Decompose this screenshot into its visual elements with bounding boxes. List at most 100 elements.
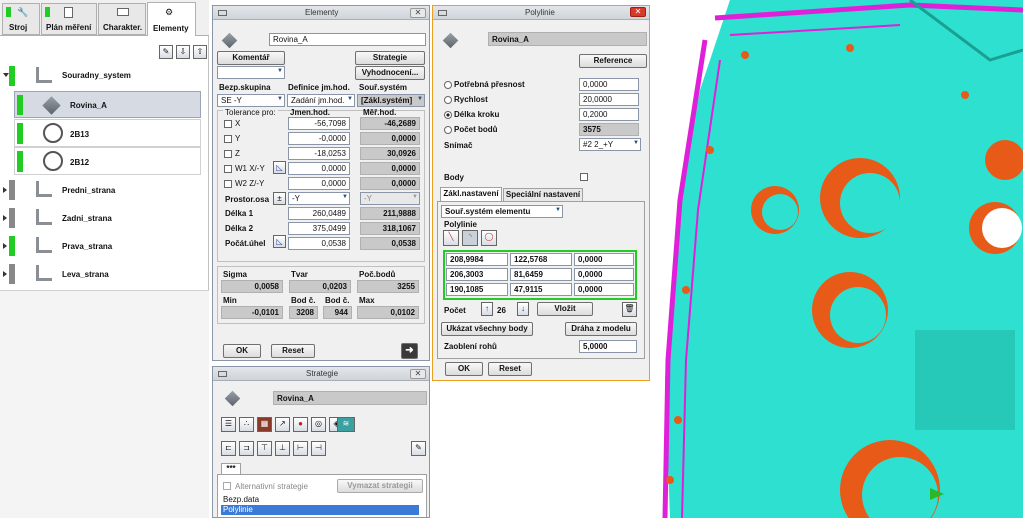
arrow-down-icon[interactable]: ↓ bbox=[517, 302, 529, 316]
grid-icon[interactable]: ▦ bbox=[257, 417, 272, 432]
tab-charakter[interactable]: Charakter. bbox=[98, 3, 146, 35]
vymazat-strategii-button[interactable]: Vymazat strategii bbox=[337, 479, 423, 493]
vyhodnoceni-button[interactable]: Vyhodnocení... bbox=[355, 66, 425, 80]
line-mode-icon[interactable]: ╲ bbox=[443, 230, 459, 246]
jmen-value-field[interactable]: 0,0000 bbox=[288, 177, 350, 190]
list-icon[interactable]: ☰ bbox=[221, 417, 236, 432]
expand-icon[interactable] bbox=[3, 271, 7, 277]
point-y[interactable]: 81,6459 bbox=[510, 268, 572, 281]
tolerance-checkbox-y[interactable] bbox=[224, 135, 232, 143]
prostor-osa-select[interactable]: -Y ▼ bbox=[288, 192, 350, 205]
axis-toggle-icon[interactable]: ± bbox=[273, 192, 286, 205]
tab-specialni-nastaveni[interactable]: Speciální nastavení bbox=[503, 188, 583, 201]
probe-icon[interactable]: ● bbox=[293, 417, 308, 432]
angle-icon[interactable]: ◺ bbox=[273, 235, 286, 248]
align-icon[interactable]: ⊢ bbox=[293, 441, 308, 456]
edit-icon[interactable]: ✎ bbox=[411, 441, 426, 456]
point-x[interactable]: 190,1085 bbox=[446, 283, 508, 296]
point-y[interactable]: 47,9115 bbox=[510, 283, 572, 296]
alternative-strategy-checkbox[interactable] bbox=[223, 482, 231, 490]
point-y[interactable]: 122,5768 bbox=[510, 253, 572, 266]
vlozit-button[interactable]: Vložit bbox=[537, 302, 593, 316]
angle-icon[interactable]: ◺ bbox=[273, 161, 286, 174]
jmen-value-field[interactable]: -0,0000 bbox=[288, 132, 350, 145]
expand-icon[interactable] bbox=[3, 243, 7, 249]
point-z[interactable]: 0,0000 bbox=[574, 268, 634, 281]
delka1-field[interactable]: 260,0489 bbox=[288, 207, 350, 220]
comment-select[interactable]: ▼ bbox=[217, 66, 285, 79]
move-down-icon[interactable]: ⇩ bbox=[176, 45, 190, 59]
body-checkbox[interactable] bbox=[580, 173, 588, 181]
jmen-value-field[interactable]: -56,7098 bbox=[288, 117, 350, 130]
coordinate-system-select[interactable]: Souř.systém elementu ▼ bbox=[441, 205, 563, 218]
strategie-button[interactable]: Strategie bbox=[355, 51, 425, 65]
reset-button[interactable]: Reset bbox=[271, 344, 315, 358]
arrow-up-icon[interactable]: ↑ bbox=[481, 302, 493, 316]
tree-item-zadni-strana[interactable]: Zadni_strana bbox=[0, 206, 200, 230]
definice-select[interactable]: Zadání jm.hod. ▼ bbox=[287, 94, 355, 107]
tolerance-checkbox-x[interactable] bbox=[224, 120, 232, 128]
window-menu-icon[interactable] bbox=[218, 10, 227, 16]
align-icon[interactable]: ⊐ bbox=[239, 441, 254, 456]
ok-button[interactable]: OK bbox=[223, 344, 261, 358]
rychlost-radio[interactable] bbox=[444, 96, 452, 104]
point-z[interactable]: 0,0000 bbox=[574, 283, 634, 296]
path-icon[interactable]: ↗ bbox=[275, 417, 290, 432]
expand-icon[interactable] bbox=[3, 187, 7, 193]
tree-item-leva-strana[interactable]: Leva_strana bbox=[0, 262, 200, 286]
expand-icon[interactable] bbox=[3, 215, 7, 221]
close-icon[interactable]: ✕ bbox=[410, 8, 426, 18]
circle-mode-icon[interactable]: ◯ bbox=[481, 230, 497, 246]
tab-zakl-nastaveni[interactable]: Zákl.nastavení bbox=[440, 187, 502, 201]
align-icon[interactable]: ⊏ bbox=[221, 441, 236, 456]
element-name-field[interactable]: Rovina_A bbox=[269, 33, 426, 46]
point-x[interactable]: 206,3003 bbox=[446, 268, 508, 281]
trash-icon[interactable]: 🗑 bbox=[622, 302, 637, 317]
close-icon[interactable]: ✕ bbox=[410, 369, 426, 379]
align-icon[interactable]: ⊤ bbox=[257, 441, 272, 456]
draha-z-modelu-button[interactable]: Dráha z modelu bbox=[565, 322, 637, 336]
delka-kroku-radio[interactable] bbox=[444, 111, 452, 119]
rychlost-field[interactable]: 20,0000 bbox=[579, 93, 639, 106]
jmen-value-field[interactable]: 0,0000 bbox=[288, 162, 350, 175]
window-menu-icon[interactable] bbox=[438, 10, 447, 16]
bezp-skupina-select[interactable]: SE -Y ▼ bbox=[217, 94, 285, 107]
delka2-field[interactable]: 375,0499 bbox=[288, 222, 350, 235]
close-icon[interactable]: ✕ bbox=[630, 7, 646, 17]
reset-button[interactable]: Reset bbox=[488, 362, 532, 376]
tree-item-prava-strana[interactable]: Prava_strana bbox=[0, 234, 200, 258]
arc-mode-icon[interactable]: ◝ bbox=[462, 230, 478, 246]
potrebna-presnost-radio[interactable] bbox=[444, 81, 452, 89]
pocat-uhel-field[interactable]: 0,0538 bbox=[288, 237, 350, 250]
point-x[interactable]: 208,9984 bbox=[446, 253, 508, 266]
pocet-bodu-radio[interactable] bbox=[444, 126, 452, 134]
reference-button[interactable]: Reference bbox=[579, 54, 647, 68]
tree-item-predni-strana[interactable]: Predni_strana bbox=[0, 178, 200, 202]
tolerance-checkbox-w2[interactable] bbox=[224, 180, 232, 188]
delka-kroku-field[interactable]: 0,2000 bbox=[579, 108, 639, 121]
edit-icon[interactable]: ✎ bbox=[159, 45, 173, 59]
scan-icon[interactable]: ◎ bbox=[311, 417, 326, 432]
tree-item-rovina-a[interactable]: Rovina_A bbox=[14, 91, 201, 118]
move-up-icon[interactable]: ⇧ bbox=[193, 45, 207, 59]
tab-elementy[interactable]: ⚙ Elementy bbox=[147, 2, 196, 36]
window-menu-icon[interactable] bbox=[218, 371, 227, 377]
jmen-value-field[interactable]: -18,0253 bbox=[288, 147, 350, 160]
layers-icon[interactable]: ≋ bbox=[337, 417, 355, 432]
tab-plan-mereni[interactable]: Plán měření bbox=[41, 3, 97, 35]
zaobleni-field[interactable]: 5,0000 bbox=[579, 340, 637, 353]
ukazat-vsechny-body-button[interactable]: Ukázat všechny body bbox=[441, 322, 533, 336]
tab-stroj[interactable]: 🔧 Stroj bbox=[2, 3, 40, 35]
komentar-button[interactable]: Komentář bbox=[217, 51, 285, 65]
pocet-value[interactable]: 26 bbox=[497, 306, 506, 315]
tree-item-2b12[interactable]: 2B12 bbox=[14, 147, 201, 175]
align-icon[interactable]: ⊣ bbox=[311, 441, 326, 456]
potrebna-presnost-field[interactable]: 0,0000 bbox=[579, 78, 639, 91]
points-icon[interactable]: ∴ bbox=[239, 417, 254, 432]
tree-item-2b13[interactable]: 2B13 bbox=[14, 119, 201, 147]
strategy-list-item[interactable]: Bezp.data bbox=[221, 495, 419, 505]
ok-button[interactable]: OK bbox=[445, 362, 483, 376]
tolerance-checkbox-w1[interactable] bbox=[224, 165, 232, 173]
point-z[interactable]: 0,0000 bbox=[574, 253, 634, 266]
strategy-list-item-selected[interactable]: Polylinie bbox=[221, 505, 419, 515]
